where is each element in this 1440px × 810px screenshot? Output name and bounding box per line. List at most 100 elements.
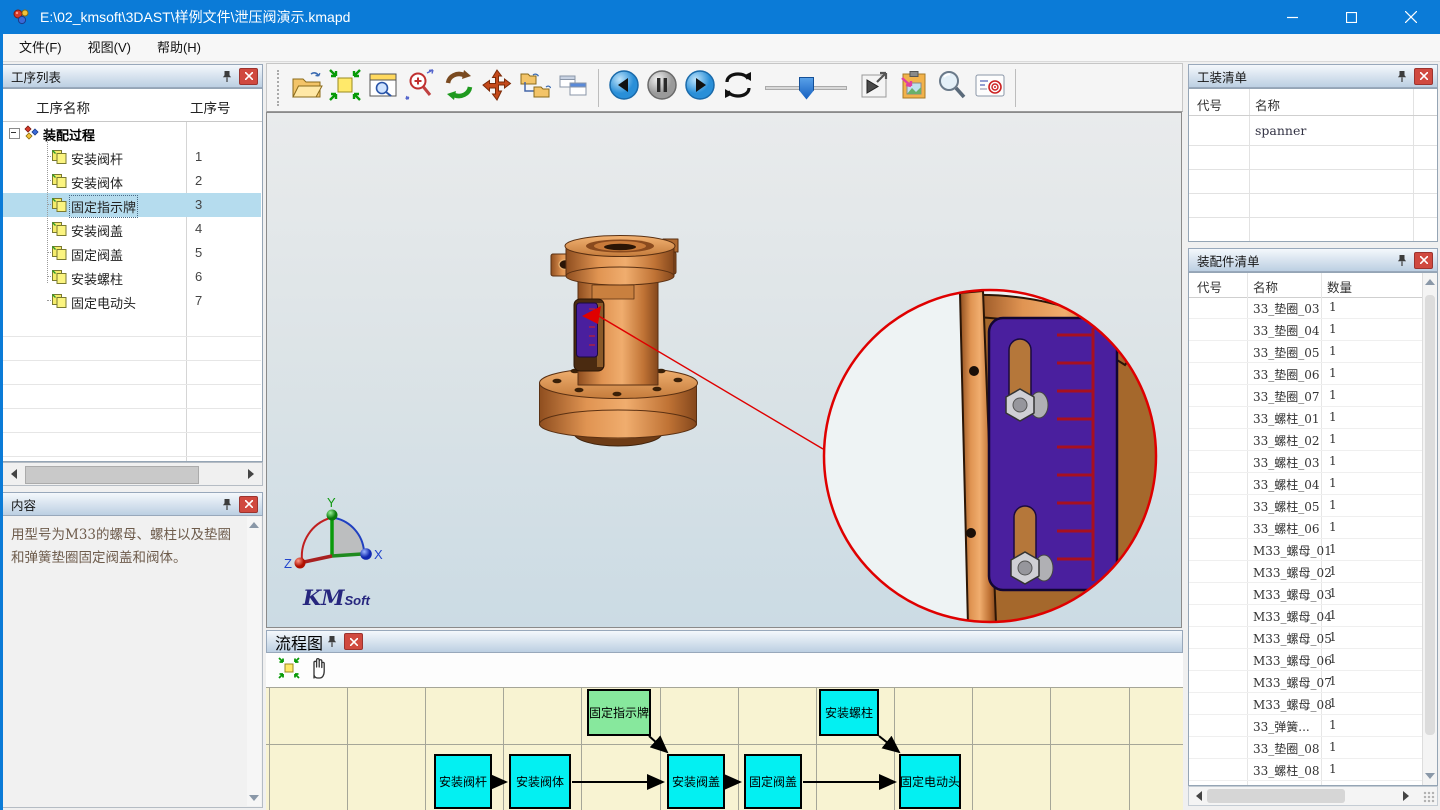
zoom-window-button[interactable] (364, 68, 402, 108)
vertical-scrollbar[interactable] (1422, 273, 1437, 785)
pin-icon[interactable] (218, 67, 236, 85)
process-tree-item[interactable]: 固定电动头7 (3, 289, 261, 313)
parts-table-row[interactable]: M33_螺母_011 (1189, 539, 1423, 561)
scroll-left-arrow[interactable] (5, 466, 23, 482)
menu-item-help[interactable]: 帮助(H) (144, 34, 214, 61)
parts-table-row[interactable]: M33_螺母_071 (1189, 671, 1423, 693)
flow-node[interactable]: 安装阀体 (509, 754, 571, 809)
flow-node[interactable]: 安装阀杆 (434, 754, 492, 809)
parts-table-row[interactable]: 33_弹簧...1 (1189, 715, 1423, 737)
scrollbar-thumb[interactable] (25, 466, 199, 484)
loop-playback-button[interactable] (719, 68, 757, 108)
scroll-right-arrow[interactable] (242, 466, 260, 482)
flow-node[interactable]: 固定电动头 (899, 754, 961, 809)
vertical-scrollbar[interactable] (247, 517, 261, 806)
resize-grip[interactable] (1423, 791, 1435, 803)
parts-table-row[interactable]: 33_垫圈_041 (1189, 319, 1423, 341)
menu-item-file[interactable]: 文件(F) (6, 34, 75, 61)
parts-table-row[interactable]: 33_螺柱_081 (1189, 759, 1423, 781)
flow-pan-button[interactable] (304, 656, 334, 684)
maximize-button[interactable] (1322, 0, 1381, 34)
model-tree-button[interactable] (516, 68, 554, 108)
close-icon[interactable] (1414, 252, 1433, 269)
model-viewport[interactable]: Y X Z KMSoft (266, 112, 1182, 628)
parts-table-row[interactable]: 33_螺柱_051 (1189, 495, 1423, 517)
flow-node[interactable]: 固定阀盖 (744, 754, 802, 809)
scroll-left-arrow[interactable] (1196, 791, 1202, 801)
close-button[interactable] (1381, 0, 1440, 34)
process-tree-item[interactable]: 安装阀杆1 (3, 145, 261, 169)
open-file-button[interactable] (288, 68, 326, 108)
parts-table-row[interactable]: 33_垫圈_081 (1189, 737, 1423, 759)
zoom-dynamic-button[interactable] (402, 68, 440, 108)
pan-view-button[interactable] (478, 68, 516, 108)
flowchart-titlebar: 流程图 (266, 630, 1183, 653)
parts-table-row[interactable]: M33_螺母_061 (1189, 649, 1423, 671)
snapshot-button[interactable] (895, 68, 933, 108)
parts-table-row[interactable]: 33_垫圈_031 (1189, 297, 1423, 319)
parts-table-row[interactable]: 33_螺柱_041 (1189, 473, 1423, 495)
close-icon[interactable] (239, 68, 258, 85)
pin-icon[interactable] (218, 495, 236, 513)
parts-table-row[interactable]: M33_螺母_051 (1189, 627, 1423, 649)
slider-handle[interactable] (799, 77, 814, 100)
parts-table-row[interactable]: 33_垫圈_051 (1189, 341, 1423, 363)
fit-extents-icon (329, 69, 361, 106)
parts-table-row[interactable]: 33_垫圈_071 (1189, 385, 1423, 407)
step-back-button[interactable] (605, 68, 643, 108)
process-tree-item[interactable]: 安装阀盖4 (3, 217, 261, 241)
rotate-view-button[interactable] (440, 68, 478, 108)
scrollbar-thumb[interactable] (1207, 789, 1345, 803)
pin-icon[interactable] (1393, 67, 1411, 85)
record-card-icon (973, 70, 1007, 105)
flow-node[interactable]: 固定指示牌 (587, 689, 651, 736)
flow-fit-button[interactable] (274, 656, 304, 684)
minimize-button[interactable] (1263, 0, 1322, 34)
pin-icon[interactable] (323, 633, 341, 651)
pause-button[interactable] (643, 68, 681, 108)
process-tree: 装配过程安装阀杆1安装阀体2固定指示牌3安装阀盖4固定阀盖5安装螺柱6固定电动头… (3, 121, 261, 313)
parts-table-row[interactable]: 33_螺柱_031 (1189, 451, 1423, 473)
flowchart-canvas[interactable]: 固定指示牌 安装螺柱安装阀杆安装阀体 安装阀盖固定阀盖 固定电动头 (266, 687, 1183, 810)
pin-icon[interactable] (1393, 251, 1411, 269)
scroll-right-arrow[interactable] (1403, 791, 1409, 801)
magnifier-icon (935, 68, 969, 107)
record-settings-button[interactable] (971, 68, 1009, 108)
magnify-button[interactable] (933, 68, 971, 108)
horizontal-scrollbar[interactable] (1188, 786, 1438, 806)
close-icon[interactable] (239, 496, 258, 513)
process-tree-item[interactable]: 固定阀盖5 (3, 241, 261, 265)
close-icon[interactable] (1414, 68, 1433, 85)
play-button[interactable] (681, 68, 719, 108)
process-step-icon (51, 269, 68, 285)
flow-node[interactable]: 安装阀盖 (667, 754, 725, 809)
flow-node[interactable]: 安装螺柱 (819, 689, 879, 736)
process-tree-item[interactable]: 安装阀体2 (3, 169, 261, 193)
menu-item-view[interactable]: 视图(V) (75, 34, 144, 61)
parts-table: 代号 名称 数量 33_垫圈_03133_垫圈_04133_垫圈_05133_垫… (1188, 272, 1438, 786)
parts-table-row[interactable]: 33_螺柱_021 (1189, 429, 1423, 451)
speed-slider[interactable] (761, 68, 853, 108)
scrollbar-thumb[interactable] (1425, 295, 1435, 735)
parts-table-row[interactable]: M33_螺母_021 (1189, 561, 1423, 583)
process-tree-item[interactable]: 安装螺柱6 (3, 265, 261, 289)
parts-table-row[interactable]: M33_螺母_081 (1189, 693, 1423, 715)
parts-table-row[interactable]: 33_螺柱_011 (1189, 407, 1423, 429)
column-code: 代号 (1197, 277, 1222, 296)
parts-table-row[interactable]: M33_螺母_031 (1189, 583, 1423, 605)
close-icon[interactable] (344, 633, 363, 650)
zoom-fit-button[interactable] (326, 68, 364, 108)
tree-collapse-icon[interactable] (9, 128, 20, 139)
viewer-toolbar (266, 63, 1183, 112)
parts-table-row[interactable]: M33_螺母_041 (1189, 605, 1423, 627)
window-layout-button[interactable] (554, 68, 592, 108)
flowchart-toolbar (266, 653, 1183, 688)
process-tree-item[interactable]: 固定指示牌3 (3, 193, 261, 217)
parts-table-row[interactable]: 33_垫圈_061 (1189, 363, 1423, 385)
process-step-icon (51, 197, 68, 213)
process-tree-root[interactable]: 装配过程 (3, 121, 261, 145)
tooling-row-name[interactable]: spanner (1255, 123, 1306, 138)
horizontal-scrollbar[interactable] (2, 462, 263, 486)
jump-to-end-button[interactable] (857, 68, 895, 108)
parts-table-row[interactable]: 33_螺柱_061 (1189, 517, 1423, 539)
